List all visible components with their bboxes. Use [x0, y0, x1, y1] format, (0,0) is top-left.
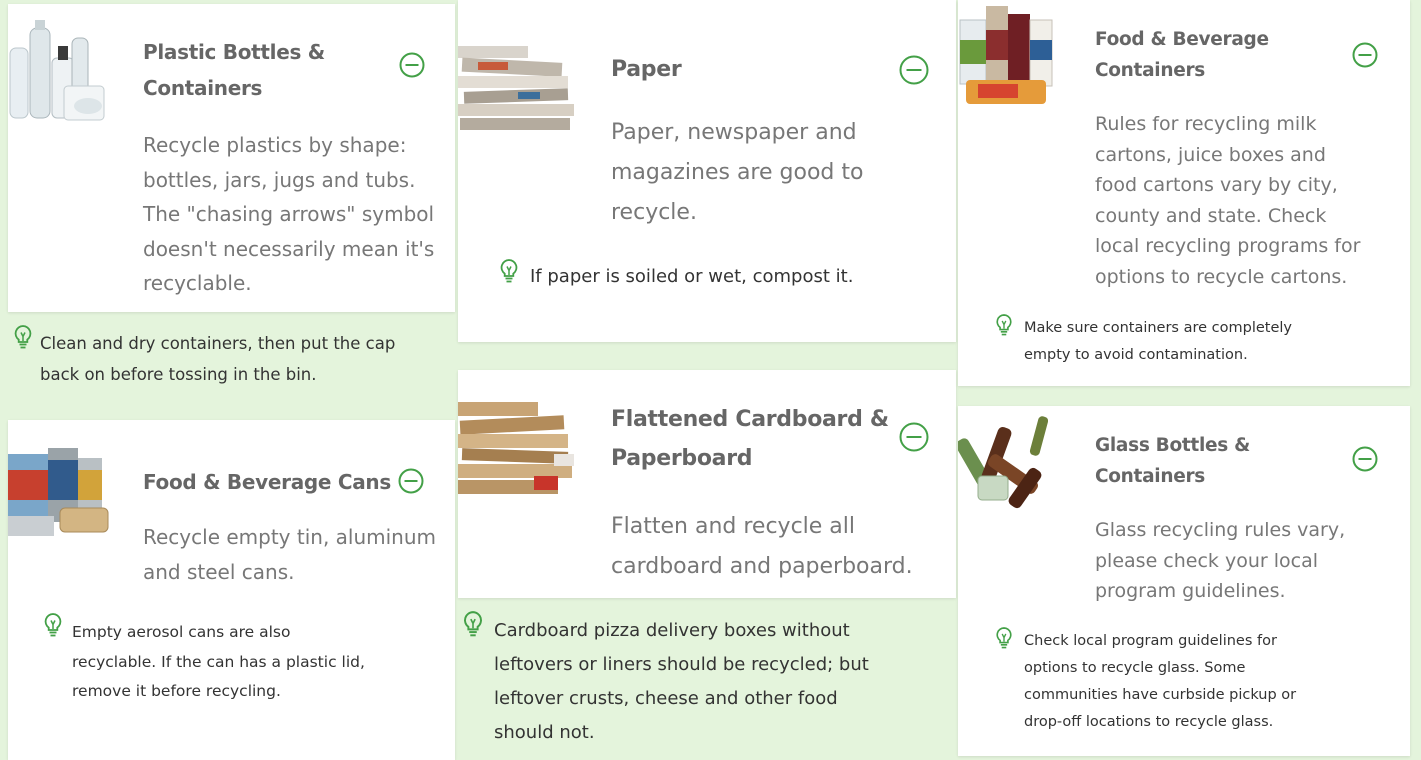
glass-tip-text: Check local program guidelines for optio… — [1024, 628, 1296, 736]
desc-line: Paper, newspaper and — [611, 120, 857, 145]
desc-line: local recycling programs for — [1095, 235, 1361, 257]
tip-line: recyclable. If the can has a plastic lid… — [72, 652, 365, 671]
minus-circle-icon — [399, 52, 425, 78]
food-bev-title-line2: Containers — [1095, 60, 1205, 81]
card-food-beverage-cans: Food & Beverage Cans Recycle empty tin, … — [8, 420, 455, 760]
desc-line: Recycle empty tin, aluminum — [143, 525, 437, 549]
desc-line: and steel cans. — [143, 560, 295, 584]
desc-line: magazines are good to — [611, 160, 864, 185]
glass-title-line2: Containers — [1095, 466, 1205, 487]
desc-line: cardboard and paperboard. — [611, 554, 913, 579]
cartons-image — [958, 0, 1062, 110]
glass-bottles-image — [958, 406, 1062, 516]
desc-line: recycle. — [611, 200, 697, 225]
minus-circle-icon — [1352, 446, 1378, 472]
desc-line: food cartons vary by city, — [1095, 174, 1338, 196]
plastic-tip: Clean and dry containers, then put the c… — [8, 316, 455, 412]
minus-circle-icon — [899, 422, 929, 452]
desc-line: The "chasing arrows" symbol — [143, 202, 435, 226]
card-food-beverage-containers: Food & Beverage Containers Rules for rec… — [958, 0, 1410, 386]
plastic-collapse-button[interactable] — [399, 52, 425, 78]
tip-line: should not. — [494, 722, 595, 743]
glass-description: Glass recycling rules vary, please check… — [1095, 515, 1405, 607]
lightbulb-icon — [44, 613, 62, 637]
desc-line: cartons, juice boxes and — [1095, 143, 1326, 166]
tip-line: Clean and dry containers, then put the c… — [40, 334, 396, 353]
tip-line: empty to avoid contamination. — [1024, 347, 1248, 363]
card-flattened-cardboard: Flattened Cardboard & Paperboard Flatten… — [458, 370, 956, 598]
desc-line: Flatten and recycle all — [611, 514, 856, 539]
cardboard-title-line1: Flattened Cardboard & — [611, 407, 889, 432]
cardboard-title: Flattened Cardboard & Paperboard — [611, 400, 889, 478]
tip-line: leftovers or liners should be recycled; … — [494, 654, 869, 675]
tip-line: options to recycle glass. Some — [1024, 660, 1246, 676]
desc-line: bottles, jars, jugs and tubs. — [143, 167, 416, 192]
tip-line: Empty aerosol cans are also — [72, 623, 291, 641]
cans-tip-text: Empty aerosol cans are also recyclable. … — [72, 618, 365, 707]
lightbulb-icon — [464, 611, 482, 637]
food-bev-containers-collapse-button[interactable] — [1352, 42, 1378, 68]
desc-line: options to recycle cartons. — [1095, 265, 1348, 288]
lightbulb-icon — [996, 314, 1012, 336]
glass-title-line1: Glass Bottles & — [1095, 435, 1250, 456]
minus-circle-icon — [1352, 42, 1378, 68]
plastic-tip-text: Clean and dry containers, then put the c… — [40, 328, 395, 390]
tip-line: communities have curbside pickup or — [1024, 687, 1297, 703]
plastic-description: Recycle plastics by shape: bottles, jars… — [143, 128, 448, 301]
cardboard-tip: Cardboard pizza delivery boxes without l… — [458, 600, 956, 750]
cans-title: Food & Beverage Cans — [143, 470, 391, 494]
plastic-bottles-image — [8, 18, 108, 128]
desc-line: program guidelines. — [1095, 580, 1286, 602]
tip-line: remove it before recycling. — [72, 682, 281, 700]
cardboard-description: Flatten and recycle all cardboard and pa… — [611, 507, 951, 587]
tip-line: Check local program guidelines for — [1024, 633, 1277, 649]
paper-description: Paper, newspaper and magazines are good … — [611, 113, 941, 233]
paper-collapse-button[interactable] — [899, 55, 929, 85]
food-bev-containers-description: Rules for recycling milk cartons, juice … — [1095, 109, 1405, 292]
lightbulb-icon — [500, 259, 518, 283]
glass-title: Glass Bottles & Containers — [1095, 430, 1250, 492]
cardboard-collapse-button[interactable] — [899, 422, 929, 452]
plastic-title-line2: Containers — [143, 76, 263, 100]
desc-line: doesn't necessarily mean it's — [143, 236, 435, 261]
card-glass-bottles: Glass Bottles & Containers Glass recycli… — [958, 406, 1410, 756]
cans-image — [8, 430, 116, 542]
card-paper: Paper Paper, newspaper and magazines are… — [458, 0, 956, 342]
paper-title: Paper — [611, 57, 682, 82]
glass-collapse-button[interactable] — [1352, 446, 1378, 472]
paper-image — [458, 40, 576, 136]
tip-line: Cardboard pizza delivery boxes without — [494, 620, 850, 641]
desc-line: Rules for recycling milk — [1095, 113, 1317, 135]
desc-line: Recycle plastics by shape: — [143, 133, 407, 157]
food-bev-title-line1: Food & Beverage — [1095, 29, 1269, 50]
food-bev-containers-tip-text: Make sure containers are completely empt… — [1024, 315, 1292, 369]
desc-line: recyclable. — [143, 271, 252, 295]
minus-circle-icon — [398, 468, 424, 494]
desc-line: county and state. Check — [1095, 204, 1327, 227]
cans-description: Recycle empty tin, aluminum and steel ca… — [143, 520, 453, 590]
tip-line: Make sure containers are completely — [1024, 320, 1292, 336]
tip-line: back on before tossing in the bin. — [40, 365, 317, 384]
card-plastic-bottles: Plastic Bottles & Containers Recycle pla… — [8, 4, 455, 312]
tip-line: leftover crusts, cheese and other food — [494, 688, 838, 709]
cans-collapse-button[interactable] — [398, 468, 424, 494]
plastic-title-line1: Plastic Bottles & — [143, 40, 325, 64]
food-bev-containers-title: Food & Beverage Containers — [1095, 24, 1269, 86]
minus-circle-icon — [899, 55, 929, 85]
cardboard-tip-text: Cardboard pizza delivery boxes without l… — [494, 614, 869, 750]
cardboard-image — [458, 396, 578, 500]
desc-line: Glass recycling rules vary, — [1095, 519, 1346, 541]
desc-line: please check your local — [1095, 549, 1318, 572]
lightbulb-icon — [996, 627, 1012, 649]
paper-tip-text: If paper is soiled or wet, compost it. — [530, 266, 854, 287]
tip-line: drop-off locations to recycle glass. — [1024, 714, 1274, 730]
plastic-title: Plastic Bottles & Containers — [143, 34, 325, 106]
cardboard-title-line2: Paperboard — [611, 446, 753, 471]
lightbulb-icon — [14, 325, 32, 349]
